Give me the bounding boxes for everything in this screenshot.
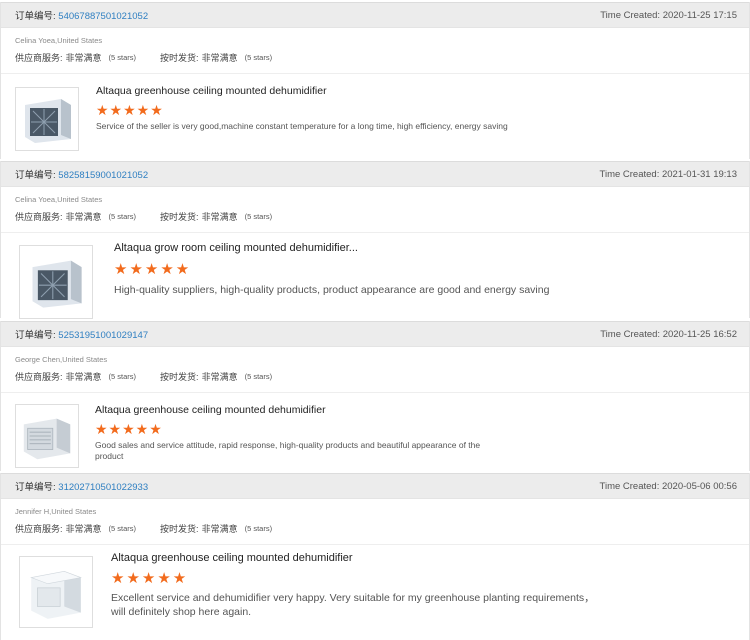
order-number-link[interactable]: 54067887501021052 [58,11,148,22]
buyer-name: Jennifer H,United States [15,507,97,516]
divider [1,392,749,393]
supplier-service-value: 非常满意 [65,212,102,222]
product-title[interactable]: Altaqua greenhouse ceiling mounted dehum… [95,404,326,416]
on-time-shipping-stars: (5 stars) [244,372,273,381]
review-comment: Service of the seller is very good,machi… [96,121,508,131]
order-header: 订单编号: 31202710501022933 Time Created: 20… [1,473,749,499]
product-thumbnail[interactable] [15,87,79,151]
on-time-shipping-value: 非常满意 [201,524,238,534]
ratings-row: 供应商服务: 非常满意 (5 stars) 按时发货: 非常满意 (5 star… [1,516,749,535]
on-time-shipping-label: 按时发货: [160,372,199,382]
buyer-name: George Chen,United States [15,355,108,364]
on-time-shipping-stars: (5 stars) [244,53,273,62]
time-created: Time Created: 2020-11-25 17:15 [600,9,737,21]
order-header: 订单编号: 58258159001021052 Time Created: 20… [1,161,749,187]
product-thumbnail[interactable] [19,245,93,319]
ratings-row: 供应商服务: 非常满意 (5 stars) 按时发货: 非常满意 (5 star… [1,364,749,383]
supplier-service-label: 供应商服务: [15,53,63,63]
divider [1,544,749,545]
divider [1,232,749,233]
order-label: 订单编号: [15,482,56,493]
supplier-service-value: 非常满意 [65,372,102,382]
product-thumbnail[interactable] [19,556,93,628]
order-header: 订单编号: 54067887501021052 Time Created: 20… [1,2,749,28]
review-stars: ★★★★★ [114,261,192,278]
supplier-service-stars: (5 stars) [108,372,137,381]
on-time-shipping-value: 非常满意 [201,53,238,63]
time-created: Time Created: 2020-11-25 16:52 [600,328,737,340]
buyer-name: Celina Yoea,United States [15,195,103,204]
order-label: 订单编号: [15,170,56,181]
review-card: 订单编号: 31202710501022933 Time Created: 20… [0,473,750,640]
divider [1,73,749,74]
ratings-row: 供应商服务: 非常满意 (5 stars) 按时发货: 非常满意 (5 star… [1,204,749,223]
product-title[interactable]: Altaqua greenhouse ceiling mounted dehum… [111,552,353,564]
order-header: 订单编号: 52531951001029147 Time Created: 20… [1,321,749,347]
supplier-service-label: 供应商服务: [15,524,63,534]
dehumidifier-image [23,418,71,460]
dehumidifier-image [32,260,82,308]
review-comment: Good sales and service attitude, rapid r… [95,440,481,461]
dehumidifier-image [30,571,82,619]
supplier-service-value: 非常满意 [65,524,102,534]
order-number-link[interactable]: 52531951001029147 [58,330,148,341]
review-card: 订单编号: 54067887501021052 Time Created: 20… [0,2,750,159]
buyer-name: Celina Yoea,United States [15,36,103,45]
supplier-service-stars: (5 stars) [108,212,137,221]
product-thumbnail[interactable] [15,404,79,468]
review-stars: ★★★★★ [111,570,189,587]
time-created: Time Created: 2020-05-06 00:56 [599,480,737,492]
time-created: Time Created: 2021-01-31 19:13 [599,168,737,180]
supplier-service-stars: (5 stars) [108,53,137,62]
order-label: 订单编号: [15,330,56,341]
review-comment: High-quality suppliers, high-quality pro… [114,284,550,296]
on-time-shipping-label: 按时发货: [160,53,199,63]
review-stars: ★★★★★ [96,102,164,118]
supplier-service-label: 供应商服务: [15,372,63,382]
on-time-shipping-label: 按时发货: [160,212,199,222]
dehumidifier-image [25,99,71,143]
ratings-row: 供应商服务: 非常满意 (5 stars) 按时发货: 非常满意 (5 star… [1,45,749,64]
order-number-link[interactable]: 58258159001021052 [58,170,148,181]
order-number-link[interactable]: 31202710501022933 [58,482,148,493]
review-stars: ★★★★★ [95,421,163,437]
product-title[interactable]: Altaqua grow room ceiling mounted dehumi… [114,242,358,254]
supplier-service-stars: (5 stars) [108,524,137,533]
on-time-shipping-label: 按时发货: [160,524,199,534]
on-time-shipping-value: 非常满意 [201,372,238,382]
order-label: 订单编号: [15,11,56,22]
review-comment: Excellent service and dehumidifier very … [111,592,595,618]
supplier-service-label: 供应商服务: [15,212,63,222]
on-time-shipping-stars: (5 stars) [244,524,273,533]
on-time-shipping-stars: (5 stars) [244,212,273,221]
review-card: 订单编号: 58258159001021052 Time Created: 20… [0,161,750,319]
product-title[interactable]: Altaqua greenhouse ceiling mounted dehum… [96,85,327,97]
review-card: 订单编号: 52531951001029147 Time Created: 20… [0,321,750,471]
supplier-service-value: 非常满意 [65,53,102,63]
on-time-shipping-value: 非常满意 [201,212,238,222]
